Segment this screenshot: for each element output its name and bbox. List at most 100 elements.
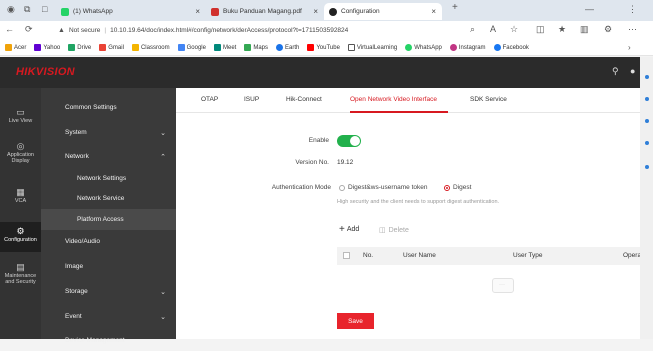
tab-onvif[interactable]: Open Network Video Interface [350,96,437,103]
security-label: Not secure [68,27,101,34]
rail-label: Application Display [7,152,34,164]
bookmark-whatsapp[interactable]: WhatsApp [405,44,442,51]
save-button[interactable]: Save [337,313,374,329]
workspaces-icon[interactable]: ⧉ [24,4,30,15]
rail-label: Configuration [4,237,37,243]
close-icon[interactable]: × [313,7,318,16]
close-icon[interactable]: × [195,7,200,16]
close-icon[interactable]: × [431,7,436,16]
menu-item-system[interactable]: System ⌄ [41,122,176,143]
bookmark-label: YouTube [316,44,340,51]
gmail-icon [99,44,107,51]
tab-actions-icon[interactable]: □ [42,4,47,14]
sidebar-indicator-icon[interactable] [645,165,649,169]
whatsapp-icon [405,44,413,51]
menu-item-event[interactable]: Event ⌄ [41,306,176,327]
bookmark-label: Google [186,44,206,51]
tab-isup[interactable]: ISUP [244,96,259,103]
bookmark-maps[interactable]: Maps [244,44,268,51]
sidebar-indicator-icon[interactable] [645,141,649,145]
menu-item-video-audio[interactable]: Video/Audio [41,231,176,252]
rail-item-live-view[interactable]: ▭ Live View [0,107,41,124]
menu-item-network-service[interactable]: Network Service [41,188,176,209]
chevron-down-icon: ⌄ [160,313,166,321]
window-menu-icon[interactable]: ⋮ [628,4,637,15]
user-table-header: No. User Name User Type Opera [337,247,642,265]
extensions-icon[interactable]: ⚙ [604,24,612,35]
bookmark-gmail[interactable]: Gmail [99,44,124,51]
bookmark-label: Earth [285,44,300,51]
browser-profile-icon[interactable]: ◉ [7,4,15,15]
search-icon[interactable]: ⌕ [470,24,475,35]
earth-icon [276,44,283,51]
empty-table-icon: ··· [492,278,514,293]
collections-icon[interactable]: ▥ [580,24,589,35]
enable-toggle[interactable] [337,135,361,147]
rail-item-maintenance[interactable]: ▤ Maintenance and Security [0,262,41,285]
bookmark-acer[interactable]: Acer [5,44,26,51]
bookmarks-overflow-chevron-icon[interactable]: › [628,43,631,52]
read-aloud-icon[interactable]: A [490,24,496,34]
rail-item-configuration[interactable]: ⚙ Configuration [0,222,41,252]
refresh-icon[interactable]: ⟳ [25,24,33,35]
menu-item-platform-access[interactable]: Platform Access [41,209,176,230]
rail-item-vca[interactable]: ▦ VCA [0,187,41,204]
bookmark-meet[interactable]: Meet [213,44,237,51]
new-tab-button[interactable]: + [452,2,458,13]
bookmark-yahoo[interactable]: Yahoo [34,44,60,51]
tab-sdk-service[interactable]: SDK Service [470,96,507,103]
browser-tab-configuration[interactable]: Configuration × [324,3,442,20]
add-button[interactable]: + Add [339,224,359,235]
whatsapp-favicon-icon [61,7,69,16]
bookmark-google[interactable]: Google [177,44,206,51]
menu-label: Network [65,153,89,160]
minimize-icon[interactable]: — [585,4,594,14]
auth-option-label: Digest [453,184,472,191]
search-icon[interactable]: ⚲ [612,66,619,77]
user-icon[interactable]: ● [630,66,635,76]
menu-item-device-management[interactable]: Device Management [41,330,176,351]
bookmark-virtuallearning[interactable]: VirtualLearning [347,44,397,51]
tab-hik-connect[interactable]: Hik-Connect [286,96,322,103]
browser-tab-whatsapp[interactable]: (1) WhatsApp × [56,3,206,20]
hikvision-logo: HIKVISION [16,66,75,78]
bookmark-classroom[interactable]: Classroom [131,44,170,51]
bookmark-label: Meet [222,44,237,51]
plus-icon: + [339,224,345,235]
bookmark-youtube[interactable]: YouTube [307,44,340,51]
menu-item-network[interactable]: Network ⌃ [41,146,176,167]
bookmark-earth[interactable]: Earth [276,44,299,51]
bookmark-label: Acer [14,44,27,51]
menu-item-network-settings[interactable]: Network Settings [41,168,176,189]
menu-label: Storage [65,288,88,295]
delete-button[interactable]: ◫ Delete [379,226,409,235]
bookmark-instagram[interactable]: Instagram [449,44,486,51]
back-arrow-icon[interactable]: ← [5,24,14,34]
select-all-checkbox[interactable] [343,252,350,259]
tab-otap[interactable]: OTAP [201,96,218,103]
col-operation: Opera [623,252,642,259]
rail-item-application-display[interactable]: ◎ Application Display [0,141,41,164]
bookmark-facebook[interactable]: Facebook [493,44,529,51]
main-nav-rail: ▭ Live View ◎ Application Display ▦ VCA … [0,88,41,339]
menu-label: Device Management [65,337,125,344]
sidebar-indicator-icon[interactable] [645,97,649,101]
radio-digest-ws-token[interactable] [339,185,345,191]
app-header: HIKVISION ⚲ ● [0,57,640,88]
more-menu-icon[interactable]: ⋯ [628,24,637,35]
sidebar-indicator-icon[interactable] [645,119,649,123]
menu-item-image[interactable]: Image [41,256,176,277]
bookmarks-bar: Acer Yahoo Drive Gmail Classroom Google … [0,40,653,56]
bookmark-drive[interactable]: Drive [68,44,91,51]
menu-item-storage[interactable]: Storage ⌄ [41,281,176,302]
browser-tab-pdf[interactable]: Buku Panduan Magang.pdf × [206,3,324,20]
auth-hint: High security and the client needs to su… [337,199,500,205]
favorite-star-icon[interactable]: ☆ [510,24,518,35]
url-field[interactable]: ▲ Not secure | 10.10.19.64/doc/index.htm… [58,23,458,38]
menu-item-common-settings[interactable]: Common Settings [41,97,176,118]
radio-digest[interactable] [444,185,450,191]
split-screen-icon[interactable]: ◫ [536,24,545,35]
favorites-icon[interactable]: ★ [558,24,566,35]
menu-label: Network Settings [77,175,127,182]
sidebar-indicator-icon[interactable] [645,75,649,79]
